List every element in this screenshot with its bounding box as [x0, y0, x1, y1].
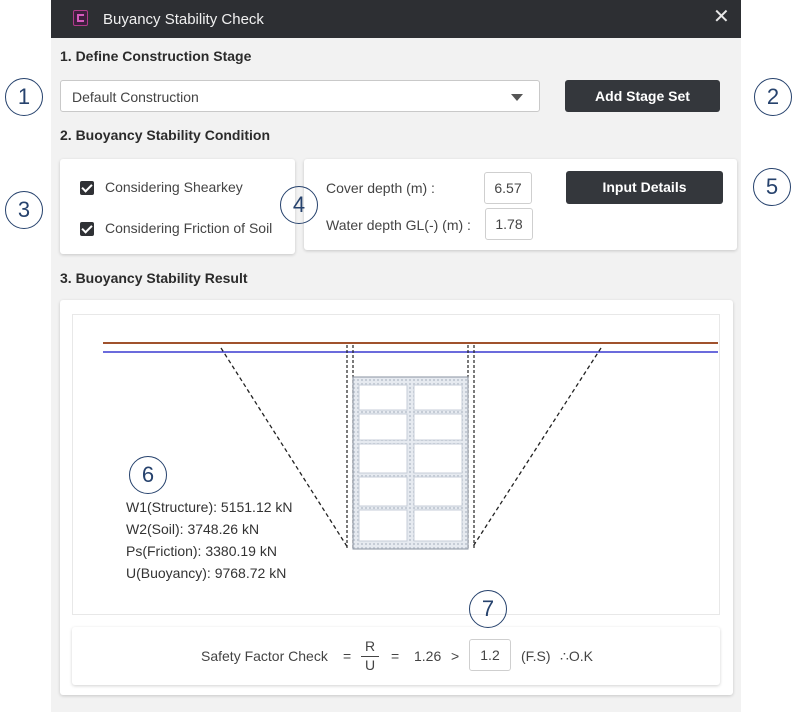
window-title: Buyancy Stability Check — [103, 11, 264, 28]
callout-1: 1 — [5, 78, 43, 116]
cover-depth-input[interactable]: 6.57 — [484, 172, 532, 204]
soil-wedge-left — [220, 347, 349, 549]
ps-friction-result: Ps(Friction): 3380.19 kN — [126, 543, 277, 559]
equals-sign: = — [343, 648, 352, 664]
depth-card: Cover depth (m) : 6.57 Water depth GL(-)… — [304, 159, 737, 250]
safety-verdict: ∴O.K — [560, 648, 594, 664]
construction-stage-value: Default Construction — [72, 89, 199, 105]
construction-stage-select[interactable]: Default Construction — [60, 80, 540, 112]
shearkey-checkbox[interactable] — [80, 181, 94, 195]
callout-6: 6 — [129, 456, 167, 494]
friction-label: Considering Friction of Soil — [105, 220, 273, 236]
callout-3: 3 — [5, 191, 43, 229]
dialog-window: Buyancy Stability Check ✕ 1. Define Cons… — [51, 0, 741, 712]
safety-factor-value: 1.26 — [414, 648, 442, 664]
callout-7: 7 — [469, 590, 507, 628]
safety-factor-limit-input[interactable]: 1.2 — [469, 639, 511, 671]
safety-factor-unit: (F.S) — [521, 648, 551, 664]
greater-than-sign: > — [451, 648, 460, 664]
equals-sign-2: = — [391, 648, 400, 664]
add-stage-set-button[interactable]: Add Stage Set — [565, 80, 720, 112]
water-depth-input[interactable]: 1.78 — [485, 208, 533, 240]
safety-factor-label: Safety Factor Check — [201, 648, 328, 664]
options-card: Considering Shearkey Considering Frictio… — [60, 159, 295, 254]
cover-depth-label: Cover depth (m) : — [326, 180, 435, 196]
section-heading-stage: 1. Define Construction Stage — [60, 48, 252, 64]
input-details-button[interactable]: Input Details — [566, 171, 723, 204]
app-logo-icon — [73, 10, 88, 26]
u-buoyancy-result: U(Buoyancy): 9768.72 kN — [126, 565, 287, 581]
fraction-numerator: R — [364, 638, 376, 654]
callout-2: 2 — [754, 78, 792, 116]
callout-4: 4 — [280, 186, 318, 224]
friction-checkbox[interactable] — [80, 222, 94, 236]
close-icon[interactable]: ✕ — [713, 7, 730, 27]
fraction-denominator: U — [364, 657, 376, 673]
title-bar: Buyancy Stability Check ✕ — [51, 0, 741, 38]
callout-5: 5 — [753, 168, 791, 206]
w2-soil-result: W2(Soil): 3748.26 kN — [126, 521, 260, 537]
box-structure — [352, 376, 469, 550]
soil-wedge-right — [471, 347, 602, 549]
water-depth-label: Water depth GL(-) (m) : — [326, 217, 471, 233]
section-heading-condition: 2. Buoyancy Stability Condition — [60, 127, 271, 143]
w1-structure-result: W1(Structure): 5151.12 kN — [126, 499, 293, 515]
shearkey-label: Considering Shearkey — [105, 179, 243, 195]
section-heading-result: 3. Buoyancy Stability Result — [60, 270, 248, 286]
chevron-down-icon — [511, 94, 523, 101]
